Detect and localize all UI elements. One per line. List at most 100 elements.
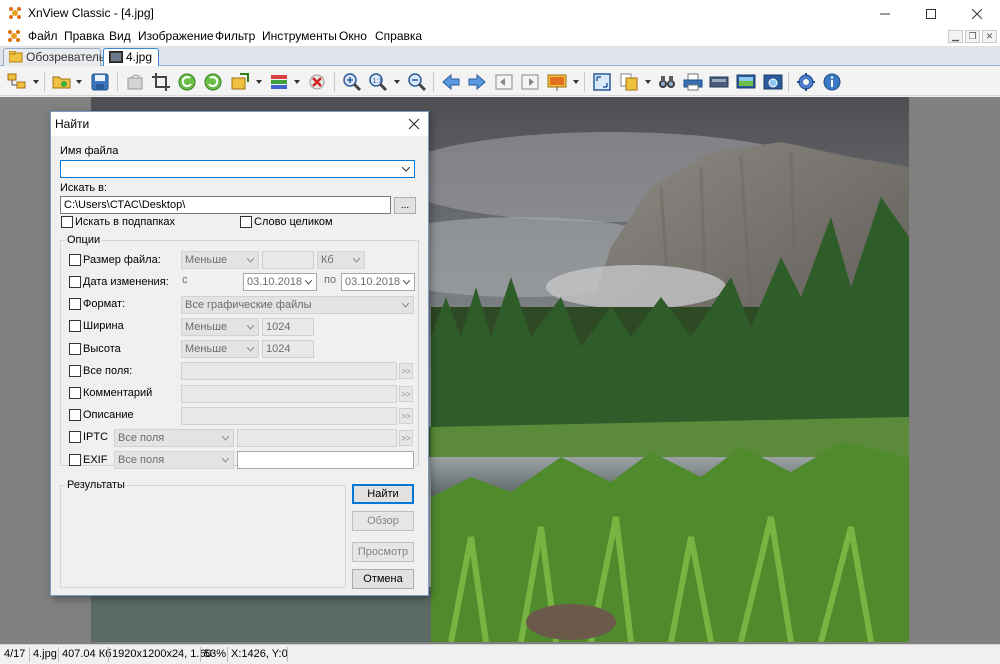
exif-value-field[interactable] <box>237 451 414 469</box>
find-submit-button[interactable]: Найти <box>352 484 414 504</box>
mdi-minimize-icon: ▁ <box>952 31 959 41</box>
fullscreen-button[interactable] <box>591 71 613 93</box>
clear-button[interactable] <box>306 71 328 93</box>
allfields-checkbox[interactable] <box>69 365 81 377</box>
tab-browser[interactable]: Обозреватель <box>3 48 105 66</box>
format-select[interactable]: Все графические файлы <box>181 296 414 314</box>
menu-edit[interactable]: Правка <box>64 29 105 43</box>
resize-button[interactable] <box>229 71 251 93</box>
filename-combo[interactable] <box>60 160 415 178</box>
rotate-lossless-button[interactable] <box>124 71 146 93</box>
filesize-operator-select[interactable]: Меньше <box>181 251 259 269</box>
mdi-close-icon: ✕ <box>985 31 994 41</box>
menu-help[interactable]: Справка <box>375 29 422 43</box>
iptc-checkbox[interactable] <box>69 431 81 443</box>
height-checkbox[interactable] <box>69 343 81 355</box>
capture-button[interactable] <box>762 71 784 93</box>
mdi-minimize-button[interactable]: ▁ <box>948 30 963 43</box>
info-button[interactable] <box>821 71 843 93</box>
zoom-fit-button[interactable]: 1:1 <box>367 71 389 93</box>
exif-field-select[interactable]: Все поля <box>114 451 234 469</box>
lookin-field[interactable]: C:\Users\СТАС\Desktop\ <box>60 196 391 214</box>
menu-window[interactable]: Окно <box>339 29 367 43</box>
next-button[interactable] <box>466 71 488 93</box>
last-button[interactable] <box>519 71 541 93</box>
date-from-picker[interactable]: 03.10.2018 <box>243 273 317 291</box>
open-button[interactable] <box>51 71 73 93</box>
copy-to-button[interactable] <box>618 71 640 93</box>
browse-results-button[interactable]: Обзор <box>352 511 414 531</box>
description-more-button[interactable]: >> <box>399 408 413 424</box>
save-button[interactable] <box>89 71 111 93</box>
filesize-checkbox[interactable] <box>69 254 81 266</box>
status-index: 4/17 <box>4 648 26 660</box>
zoom-out-button[interactable] <box>406 71 428 93</box>
browser-button[interactable] <box>6 71 28 93</box>
first-button[interactable] <box>493 71 515 93</box>
xnview-logo-icon <box>9 7 21 19</box>
more-label: >> <box>401 411 411 421</box>
height-label: Высота <box>83 343 121 355</box>
subfolders-checkbox[interactable] <box>61 216 73 228</box>
capture-icon <box>763 74 783 90</box>
exif-checkbox[interactable] <box>69 454 81 466</box>
iptc-more-button[interactable]: >> <box>399 430 413 446</box>
iptc-value-field[interactable] <box>237 429 397 447</box>
settings-button[interactable] <box>795 71 817 93</box>
minimize-button[interactable] <box>862 0 908 27</box>
allfields-field[interactable] <box>181 362 397 380</box>
width-value-field[interactable]: 1024 <box>262 318 314 336</box>
menu-filter[interactable]: Фильтр <box>215 29 255 43</box>
description-checkbox[interactable] <box>69 409 81 421</box>
mdi-restore-button[interactable]: ❐ <box>965 30 980 43</box>
height-operator-select[interactable]: Меньше <box>181 340 259 358</box>
close-button[interactable] <box>954 0 1000 27</box>
menu-view[interactable]: Вид <box>109 29 131 43</box>
exif-field-value: Все поля <box>118 454 165 466</box>
menu-tools[interactable]: Инструменты <box>262 29 337 43</box>
find-button[interactable] <box>656 71 678 93</box>
print-button[interactable] <box>682 71 704 93</box>
tab-image[interactable]: 4.jpg <box>103 48 159 66</box>
comment-label: Комментарий <box>83 387 153 399</box>
scanner-button[interactable] <box>708 71 730 93</box>
comment-more-button[interactable]: >> <box>399 386 413 402</box>
date-to-picker[interactable]: 03.10.2018 <box>341 273 415 291</box>
mdi-close-button[interactable]: ✕ <box>982 30 997 43</box>
menu-image[interactable]: Изображение <box>138 29 214 43</box>
menu-file[interactable]: Файл <box>28 29 58 43</box>
binoculars-icon <box>659 76 675 88</box>
close-icon <box>972 8 982 19</box>
wholeword-checkbox[interactable] <box>240 216 252 228</box>
crop-button[interactable] <box>150 71 172 93</box>
rotate-right-button[interactable] <box>202 71 224 93</box>
wallpaper-button[interactable] <box>735 71 757 93</box>
zoom-in-button[interactable] <box>341 71 363 93</box>
color-adjust-button[interactable] <box>268 71 290 93</box>
allfields-more-button[interactable]: >> <box>399 363 413 379</box>
width-checkbox[interactable] <box>69 320 81 332</box>
iptc-field-select[interactable]: Все поля <box>114 429 234 447</box>
description-field[interactable] <box>181 407 397 425</box>
cancel-button[interactable]: Отмена <box>352 569 414 589</box>
previous-icon <box>442 73 460 91</box>
filesize-value-field[interactable] <box>262 251 314 269</box>
slideshow-button[interactable] <box>546 71 568 93</box>
comment-checkbox[interactable] <box>69 387 81 399</box>
dialog-close-icon[interactable] <box>406 116 422 132</box>
view-results-button[interactable]: Просмотр <box>352 542 414 562</box>
maximize-button[interactable] <box>908 0 954 27</box>
browse-folder-button[interactable]: ... <box>394 197 416 214</box>
height-value-field[interactable]: 1024 <box>262 340 314 358</box>
rotate-left-button[interactable] <box>176 71 198 93</box>
previous-button[interactable] <box>440 71 462 93</box>
chevron-down-icon <box>353 258 360 263</box>
format-checkbox[interactable] <box>69 298 81 310</box>
document-menu-icon[interactable] <box>7 29 21 43</box>
width-operator-select[interactable]: Меньше <box>181 318 259 336</box>
filesize-unit-select[interactable]: Кб <box>317 251 365 269</box>
date-checkbox[interactable] <box>69 276 81 288</box>
dialog-title-bar: Найти <box>51 112 428 136</box>
chevron-down-icon <box>247 325 254 330</box>
comment-field[interactable] <box>181 385 397 403</box>
